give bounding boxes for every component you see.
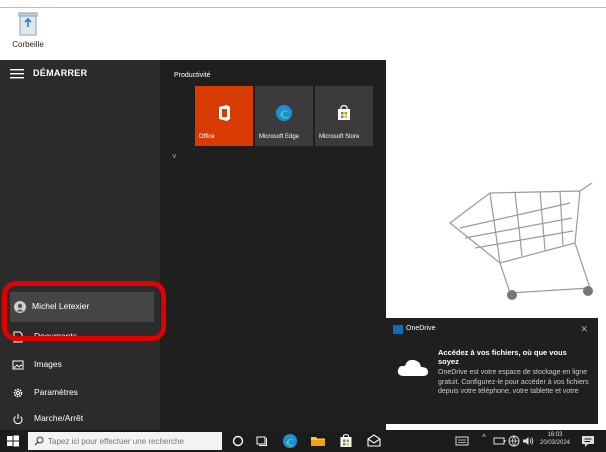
mail-icon[interactable] <box>366 433 382 449</box>
images-item[interactable]: Images <box>0 352 160 378</box>
start-rail: DÉMARRER Michel Letexier Documents Image… <box>0 60 160 430</box>
office-icon <box>219 105 230 121</box>
taskbar: ^ 16:03 20/03/2024 <box>0 430 606 452</box>
recycle-bin-icon[interactable] <box>16 10 40 36</box>
edge-taskbar-icon[interactable] <box>282 433 298 449</box>
images-label: Images <box>34 359 62 369</box>
volume-icon[interactable] <box>520 433 536 449</box>
tile-edge-label: Microsoft Edge <box>259 134 300 140</box>
store-taskbar-icon[interactable] <box>338 433 354 449</box>
collapse-chevron-icon[interactable]: ˅ <box>172 152 177 161</box>
show-hidden-icons-chevron-icon[interactable]: ^ <box>482 433 486 442</box>
windows-start-icon[interactable] <box>6 434 20 448</box>
cortana-icon[interactable] <box>230 433 246 449</box>
notification-app-name: OneDrive <box>406 325 436 332</box>
red-highlight-annotation <box>2 281 166 341</box>
power-label: Marche/Arrêt <box>34 413 84 423</box>
tiles-area: Productivité Office Microsoft Edge Micro… <box>160 60 386 430</box>
tile-edge[interactable]: Microsoft Edge <box>255 86 313 146</box>
cloud-icon <box>397 359 428 376</box>
settings-label: Paramètres <box>34 387 78 397</box>
onedrive-app-icon <box>393 325 403 334</box>
clock-date: 20/03/2024 <box>539 440 571 446</box>
clock-time: 16:03 <box>547 432 563 438</box>
close-icon[interactable]: ✕ <box>580 324 588 335</box>
keyboard-icon[interactable] <box>454 433 470 449</box>
task-view-icon[interactable] <box>254 433 270 449</box>
tile-office[interactable]: Office <box>195 86 253 146</box>
notification-body: OneDrive est votre espace de stockage en… <box>438 369 589 395</box>
recycle-bin-label: Corbeille <box>12 40 44 49</box>
shopping-cart-wallpaper <box>449 183 593 300</box>
group-label-productivite: Productivité <box>174 72 211 79</box>
hamburger-menu-icon[interactable] <box>10 68 26 80</box>
start-menu: DÉMARRER Michel Letexier Documents Image… <box>0 60 386 430</box>
file-explorer-icon[interactable] <box>310 433 326 449</box>
store-bag-icon <box>338 104 350 120</box>
search-input[interactable] <box>48 434 218 448</box>
notification-headline: Accédez à vos fichiers, où que vous soye… <box>438 348 567 366</box>
search-icon <box>34 436 44 446</box>
taskbar-search-box[interactable] <box>28 432 222 450</box>
action-center-icon[interactable] <box>580 433 596 449</box>
tile-store-label: Microsoft Store <box>319 134 360 140</box>
start-title: DÉMARRER <box>33 68 88 78</box>
edge-icon <box>276 105 292 121</box>
power-icon <box>13 414 23 425</box>
settings-item[interactable]: Paramètres <box>0 380 160 406</box>
image-icon <box>12 360 24 370</box>
tile-office-label: Office <box>199 134 215 140</box>
tile-store[interactable]: Microsoft Store <box>315 86 373 146</box>
taskbar-clock[interactable]: 16:03 20/03/2024 <box>538 431 572 447</box>
power-item[interactable]: Marche/Arrêt <box>0 406 160 432</box>
onedrive-notification[interactable]: OneDrive ✕ Accédez à vos fichiers, où qu… <box>386 318 598 424</box>
gear-icon <box>13 388 23 398</box>
